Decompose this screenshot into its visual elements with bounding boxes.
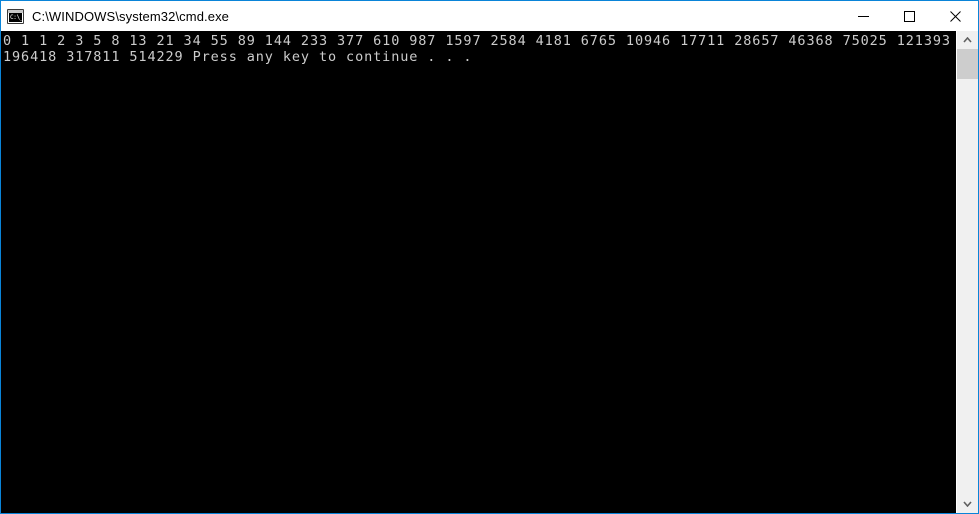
maximize-icon (903, 10, 915, 22)
cmd-console-icon: ··· C:\_ (7, 8, 24, 24)
close-button[interactable] (932, 1, 978, 31)
console-output-area[interactable]: 0 1 1 2 3 5 8 13 21 34 55 89 144 233 377… (1, 31, 956, 513)
close-icon (949, 10, 961, 22)
maximize-button[interactable] (886, 1, 932, 31)
chevron-down-icon (963, 501, 972, 507)
vertical-scrollbar[interactable] (956, 31, 978, 513)
icon-prompt-text: C:\_ (9, 12, 22, 22)
window-title: C:\WINDOWS\system32\cmd.exe (32, 8, 230, 24)
scrollbar-thumb[interactable] (957, 49, 978, 79)
scroll-down-button[interactable] (957, 495, 978, 513)
cmd-window: ··· C:\_ C:\WINDOWS\system32\cmd.exe 0 1… (0, 0, 979, 514)
chevron-up-icon (963, 37, 972, 43)
window-controls (840, 1, 978, 31)
console-text: 0 1 1 2 3 5 8 13 21 34 55 89 144 233 377… (3, 33, 951, 65)
scrollbar-track[interactable] (957, 49, 978, 495)
title-bar[interactable]: ··· C:\_ C:\WINDOWS\system32\cmd.exe (1, 1, 978, 31)
minimize-button[interactable] (840, 1, 886, 31)
scroll-up-button[interactable] (957, 31, 978, 49)
minimize-icon (857, 15, 869, 17)
